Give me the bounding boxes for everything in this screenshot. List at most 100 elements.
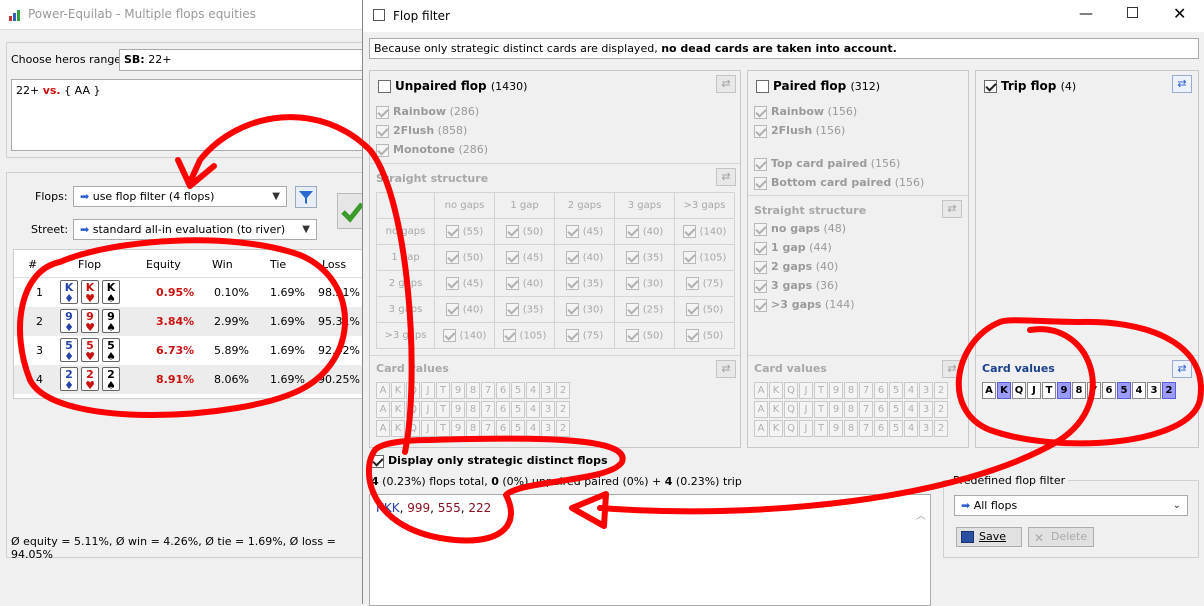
cell-checkbox[interactable] — [505, 251, 519, 264]
card-value-toggle[interactable]: 8 — [466, 382, 480, 399]
cell-checkbox[interactable] — [505, 225, 519, 238]
card-value-toggle[interactable]: 3 — [919, 420, 933, 437]
option-checkbox[interactable] — [754, 105, 767, 119]
minimize-icon[interactable]: — — [1079, 6, 1093, 22]
card-value-toggle[interactable]: A — [376, 420, 390, 437]
cell-checkbox[interactable] — [625, 303, 639, 316]
table-row[interactable]: 2 9 ♦ 9 ♥ 9 ♠ 3.84% 2.99% 1.69% 95.31% — [14, 307, 366, 336]
grid-cell[interactable]: (75) — [554, 322, 615, 349]
card-value-toggle[interactable]: 5 — [889, 420, 903, 437]
grid-cell[interactable]: (45) — [434, 270, 495, 297]
card-value-toggle[interactable]: 9 — [829, 401, 843, 418]
card-value-toggle[interactable]: Q — [406, 420, 420, 437]
card-value-toggle[interactable]: 3 — [541, 382, 555, 399]
card-value-toggle[interactable]: A — [754, 401, 768, 418]
swap-icon[interactable]: ⇄ — [1172, 360, 1192, 378]
card-value-toggle[interactable]: 9 — [829, 420, 843, 437]
trip-card-value-toggle[interactable]: 8 — [1072, 382, 1086, 399]
card-value-toggle[interactable]: 7 — [859, 382, 873, 399]
card-value-toggle[interactable]: A — [754, 382, 768, 399]
cell-checkbox[interactable] — [502, 329, 516, 342]
card-value-toggle[interactable]: 4 — [904, 401, 918, 418]
grid-cell[interactable]: (40) — [614, 218, 675, 245]
card-value-toggle[interactable]: 6 — [874, 382, 888, 399]
swap-icon[interactable]: ⇄ — [716, 168, 736, 186]
grid-cell[interactable]: (40) — [554, 244, 615, 271]
trip-card-value-toggle[interactable]: 9 — [1057, 382, 1071, 399]
card-value-toggle[interactable]: 2 — [934, 382, 948, 399]
close-icon[interactable]: ✕ — [1173, 4, 1186, 23]
card-value-toggle[interactable]: J — [421, 382, 435, 399]
card-value-toggle[interactable]: 5 — [889, 401, 903, 418]
paired-option[interactable]: 2Flush (156) — [754, 124, 845, 138]
cell-checkbox[interactable] — [685, 277, 699, 290]
card-value-toggle[interactable]: T — [814, 382, 828, 399]
grid-cell[interactable]: (140) — [434, 322, 495, 349]
card-value-toggle[interactable]: J — [421, 420, 435, 437]
swap-icon[interactable]: ⇄ — [716, 75, 736, 93]
paired-gap-option[interactable]: >3 gaps (144) — [754, 298, 855, 312]
card-value-toggle[interactable]: 9 — [829, 382, 843, 399]
paired-pair-option[interactable]: Bottom card paired (156) — [754, 176, 924, 190]
cell-checkbox[interactable] — [685, 329, 699, 342]
card-value-toggle[interactable]: T — [814, 420, 828, 437]
cell-checkbox[interactable] — [565, 251, 579, 264]
card-value-toggle[interactable]: 7 — [481, 420, 495, 437]
unpaired-header[interactable]: Unpaired flop (1430) — [378, 79, 527, 93]
table-row[interactable]: 3 5 ♦ 5 ♥ 5 ♠ 6.73% 5.89% 1.69% 92.42% — [14, 336, 366, 365]
card-value-toggle[interactable]: T — [436, 382, 450, 399]
paired-checkbox[interactable] — [756, 80, 769, 93]
card-value-toggle[interactable]: 8 — [844, 420, 858, 437]
option-checkbox[interactable] — [754, 241, 767, 255]
card-value-toggle[interactable]: 4 — [904, 420, 918, 437]
card-value-toggle[interactable]: T — [436, 401, 450, 418]
cell-checkbox[interactable] — [682, 251, 696, 264]
save-button[interactable]: Save — [956, 527, 1022, 547]
street-select[interactable]: ➡ standard all-in evaluation (to river) … — [73, 219, 317, 240]
cell-checkbox[interactable] — [445, 251, 459, 264]
card-value-toggle[interactable]: T — [814, 401, 828, 418]
grid-cell[interactable]: (50) — [674, 296, 735, 323]
card-value-toggle[interactable]: 2 — [556, 401, 570, 418]
flops-select[interactable]: ➡ use flop filter (4 flops) ▼ — [73, 186, 287, 207]
option-checkbox[interactable] — [754, 222, 767, 236]
card-value-toggle[interactable]: J — [799, 382, 813, 399]
card-value-toggle[interactable]: Q — [784, 420, 798, 437]
card-value-toggle[interactable]: 8 — [466, 420, 480, 437]
card-value-toggle[interactable]: 5 — [889, 382, 903, 399]
option-checkbox[interactable] — [376, 124, 389, 138]
cell-checkbox[interactable] — [682, 225, 696, 238]
card-value-toggle[interactable]: J — [421, 401, 435, 418]
paired-option[interactable]: Rainbow (156) — [754, 105, 857, 119]
trip-card-value-toggle[interactable]: 7 — [1087, 382, 1101, 399]
paired-pair-option[interactable]: Top card paired (156) — [754, 157, 900, 171]
table-row[interactable]: 1 K ♦ K ♥ K ♠ 0.95% 0.10% 1.69% 98.21% — [14, 278, 366, 307]
card-value-toggle[interactable]: 2 — [934, 420, 948, 437]
card-value-toggle[interactable]: 7 — [481, 401, 495, 418]
card-value-toggle[interactable]: 3 — [541, 401, 555, 418]
card-value-toggle[interactable]: 4 — [526, 382, 540, 399]
card-value-toggle[interactable]: 7 — [859, 420, 873, 437]
card-value-toggle[interactable]: 4 — [904, 382, 918, 399]
card-value-toggle[interactable]: K — [769, 382, 783, 399]
card-value-toggle[interactable]: J — [799, 420, 813, 437]
card-value-toggle[interactable]: 9 — [451, 382, 465, 399]
trip-card-value-toggle[interactable]: K — [997, 382, 1011, 399]
card-value-toggle[interactable]: K — [391, 382, 405, 399]
trip-card-value-toggle[interactable]: Q — [1012, 382, 1026, 399]
card-value-toggle[interactable]: 2 — [556, 382, 570, 399]
cell-checkbox[interactable] — [505, 303, 519, 316]
card-value-toggle[interactable]: 4 — [526, 401, 540, 418]
option-checkbox[interactable] — [754, 260, 767, 274]
cell-checkbox[interactable] — [565, 277, 579, 290]
card-value-toggle[interactable]: 6 — [874, 420, 888, 437]
cell-checkbox[interactable] — [685, 303, 699, 316]
card-value-toggle[interactable]: Q — [784, 382, 798, 399]
unpaired-option[interactable]: Rainbow (286) — [376, 105, 479, 119]
paired-gap-option[interactable]: 2 gaps (40) — [754, 260, 838, 274]
strategic-checkbox[interactable] — [371, 454, 384, 468]
range-textarea[interactable]: 22+ vs. { AA } — [11, 79, 367, 151]
card-value-toggle[interactable]: 5 — [511, 420, 525, 437]
card-value-toggle[interactable]: Q — [784, 401, 798, 418]
trip-card-value-toggle[interactable]: T — [1042, 382, 1056, 399]
